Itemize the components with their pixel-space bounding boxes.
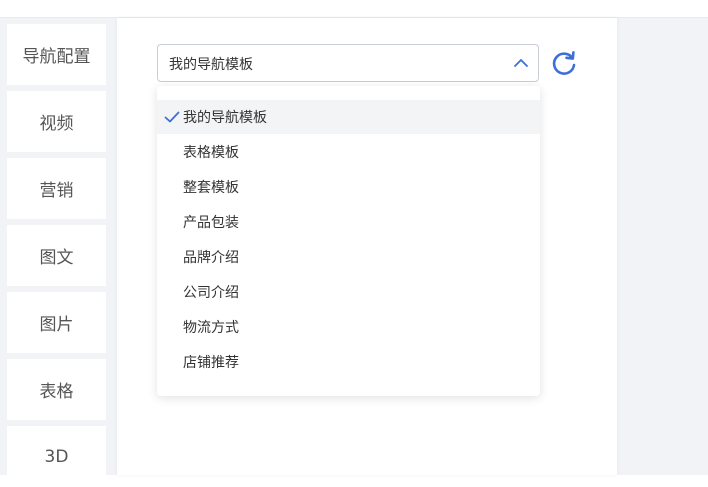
sidebar-item-3d[interactable]: 3D: [7, 426, 106, 487]
dropdown-option-label: 公司介绍: [183, 285, 239, 301]
top-bar: [0, 0, 708, 18]
dropdown-option-label: 整套模板: [183, 180, 239, 196]
dropdown-option-label: 表格模板: [183, 145, 239, 161]
checkmark-icon: [164, 111, 180, 123]
sidebar-item-image-text[interactable]: 图文: [7, 225, 106, 286]
sidebar-item-table[interactable]: 表格: [7, 359, 106, 420]
sidebar-item-nav-config[interactable]: 导航配置: [7, 24, 106, 85]
template-select-value: 我的导航模板: [169, 57, 253, 73]
dropdown-option-company-intro[interactable]: 公司介绍: [157, 275, 540, 309]
template-select[interactable]: 我的导航模板: [157, 44, 539, 82]
dropdown-option-label: 我的导航模板: [183, 110, 267, 126]
sidebar-item-label: 营销: [39, 181, 74, 201]
dropdown-option-table-template[interactable]: 表格模板: [157, 135, 540, 169]
sidebar-item-label: 导航配置: [22, 47, 91, 67]
sidebar-item-label: 3D: [44, 446, 69, 467]
sidebar-item-video[interactable]: 视频: [7, 91, 106, 152]
dropdown-option-full-set-template[interactable]: 整套模板: [157, 170, 540, 204]
sidebar-item-label: 图片: [39, 315, 74, 335]
sidebar-item-label: 图文: [39, 248, 74, 268]
dropdown-option-brand-intro[interactable]: 品牌介绍: [157, 240, 540, 274]
sidebar-item-label: 表格: [39, 382, 74, 402]
dropdown-option-label: 产品包装: [183, 215, 239, 231]
dropdown-option-label: 店铺推荐: [183, 355, 239, 371]
dropdown-option-my-nav-template[interactable]: 我的导航模板: [157, 100, 540, 134]
template-dropdown-menu: 我的导航模板 表格模板 整套模板 产品包装 品牌介绍 公司介绍 物流方式 店铺推…: [157, 86, 540, 396]
dropdown-option-label: 物流方式: [183, 320, 239, 336]
dropdown-option-logistics[interactable]: 物流方式: [157, 310, 540, 344]
dropdown-option-shop-recommend[interactable]: 店铺推荐: [157, 345, 540, 379]
chevron-up-icon: [514, 59, 528, 67]
sidebar-item-marketing[interactable]: 营销: [7, 158, 106, 219]
sidebar-item-label: 视频: [39, 114, 74, 134]
dropdown-option-label: 品牌介绍: [183, 250, 239, 266]
refresh-icon[interactable]: [550, 49, 578, 77]
sidebar-item-image[interactable]: 图片: [7, 292, 106, 353]
sidebar: 导航配置 视频 营销 图文 图片 表格 3D: [0, 18, 113, 487]
dropdown-option-product-packaging[interactable]: 产品包装: [157, 205, 540, 239]
